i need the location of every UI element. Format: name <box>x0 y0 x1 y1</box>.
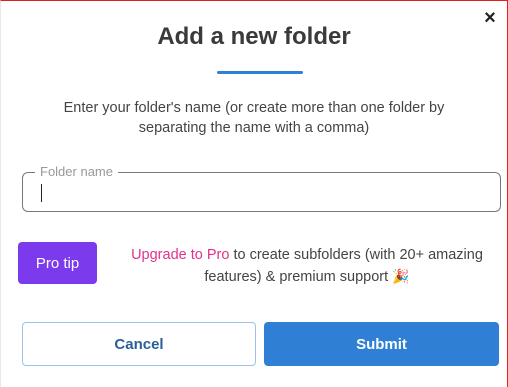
upgrade-to-pro-link[interactable]: Upgrade to Pro <box>131 247 229 263</box>
pro-tip-message: Upgrade to Pro to create subfolders (wit… <box>109 245 505 288</box>
pro-tip-text: to create subfolders (with 20+ amazing f… <box>204 247 483 285</box>
add-folder-dialog: × Add a new folder Enter your folder's n… <box>0 0 508 387</box>
dialog-title: Add a new folder <box>157 23 351 50</box>
text-caret <box>41 184 42 202</box>
dialog-description: Enter your folder's name (or create more… <box>63 100 445 136</box>
cancel-button[interactable]: Cancel <box>22 322 256 366</box>
submit-button[interactable]: Submit <box>264 322 499 366</box>
party-popper-icon: 🎉 <box>392 268 410 284</box>
folder-name-field[interactable]: Folder name <box>22 163 501 212</box>
folder-name-input[interactable] <box>35 181 488 203</box>
folder-name-label: Folder name <box>35 163 118 181</box>
pro-tip-button[interactable]: Pro tip <box>18 242 97 284</box>
title-underline <box>217 71 303 74</box>
